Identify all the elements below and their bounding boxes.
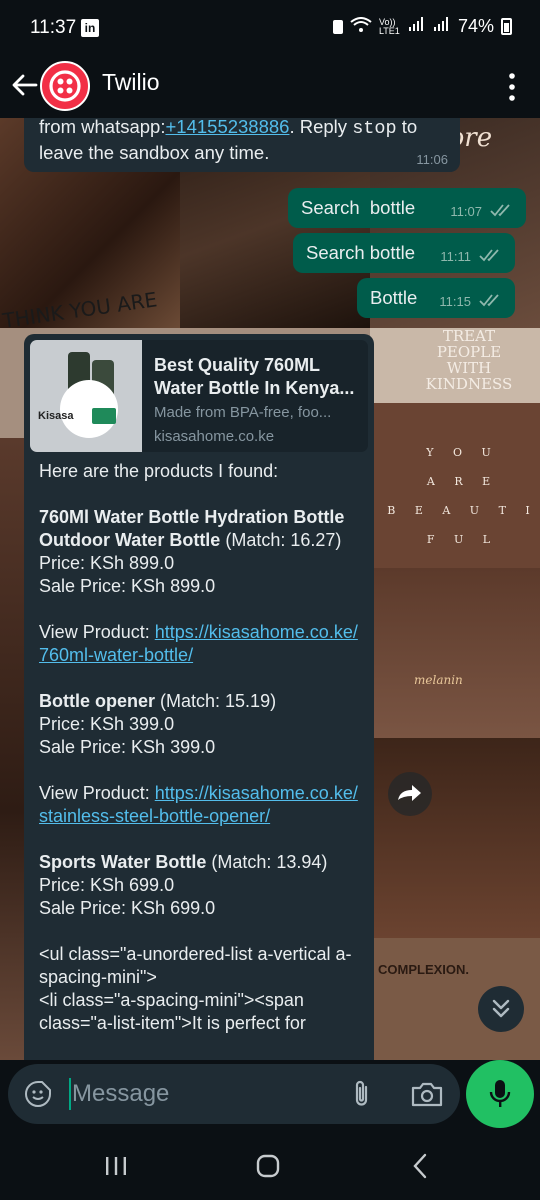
view-product-line: View Product: https://kisasahome.co.ke/s… xyxy=(39,782,364,828)
attach-icon[interactable] xyxy=(348,1079,376,1109)
battery-percent: 74% xyxy=(457,16,494,36)
product-price: Price: KSh 899.0 xyxy=(39,553,175,573)
product-item: 760Ml Water Bottle Hydration Bottle Outd… xyxy=(39,506,364,552)
product-item: Bottle opener (Match: 15.19) xyxy=(39,690,364,713)
wallpaper-text-complexion: COMPLEXION. xyxy=(378,962,470,977)
message-body: Here are the products I found: 760Ml Wat… xyxy=(39,460,364,1035)
message-text: Search bottle xyxy=(301,197,416,218)
msg-after: to xyxy=(396,118,418,137)
msg-line2: leave the sandbox any time. xyxy=(39,142,270,163)
forward-icon xyxy=(398,785,421,801)
message-text: Search bottle xyxy=(306,242,416,263)
contact-avatar[interactable] xyxy=(40,61,90,111)
product-sale-price: Sale Price: KSh 899.0 xyxy=(39,576,216,596)
incoming-product-message[interactable]: Kisasa Best Quality 760ML Water Bottle I… xyxy=(24,334,374,1060)
linkedin-notification-icon: in xyxy=(81,19,99,37)
contact-name[interactable]: Twilio xyxy=(102,69,160,96)
intro-text: Here are the products I found: xyxy=(39,461,279,481)
product-item: Sports Water Bottle (Match: 13.94) xyxy=(39,851,364,874)
link-preview-domain: kisasahome.co.ke xyxy=(154,428,275,445)
link-preview-image: Kisasa xyxy=(30,340,142,452)
wallpaper-text-melanin: melanin xyxy=(414,673,463,687)
product-sale-price: Sale Price: KSh 699.0 xyxy=(39,898,216,918)
home-icon[interactable] xyxy=(255,1152,283,1180)
microphone-icon xyxy=(489,1080,511,1107)
message-input[interactable] xyxy=(72,1076,332,1112)
product-price: Price: KSh 699.0 xyxy=(39,875,175,895)
voice-message-button[interactable] xyxy=(466,1060,534,1128)
double-check-icon xyxy=(490,204,510,217)
wallpaper-you: Y O U xyxy=(426,446,499,459)
chat-header: Twilio xyxy=(0,56,540,118)
text-caret xyxy=(69,1078,71,1110)
status-time: 11:37 xyxy=(30,17,77,38)
emoji-sticker-icon[interactable] xyxy=(24,1080,52,1108)
view-product-label: View Product: xyxy=(39,783,155,803)
scroll-to-bottom-button[interactable] xyxy=(478,986,524,1032)
msg-prefix: from whatsapp: xyxy=(39,118,166,137)
product-sale-price: Sale Price: KSh 399.0 xyxy=(39,737,216,757)
wallpaper-are: A R E xyxy=(426,475,499,488)
product-match: (Match: 13.94) xyxy=(206,852,328,872)
system-nav-bar xyxy=(0,1132,540,1200)
product-name: Bottle opener xyxy=(39,691,156,711)
message-time: 11:11 xyxy=(440,249,471,264)
wallpaper-text-you-are-beautiful: Y O U A R E B E A U T I F U L xyxy=(385,438,540,554)
outgoing-message[interactable]: Bottle 11:15 xyxy=(357,278,515,318)
recent-apps-icon[interactable] xyxy=(104,1154,128,1178)
double-check-icon xyxy=(479,294,499,307)
wallpaper-text-treat: TREAT PEOPLE WITH KINDNESS xyxy=(425,327,513,393)
wallpaper-beautiful: B E A U T I F U L xyxy=(387,504,538,546)
view-product-line: View Product: https://kisasahome.co.ke/7… xyxy=(39,621,364,667)
message-time: 11:15 xyxy=(439,294,471,309)
chat-area[interactable]: dore THINK YOU ARE TREAT PEOPLE WITH KIN… xyxy=(0,118,540,1060)
link-preview[interactable]: Kisasa Best Quality 760ML Water Bottle I… xyxy=(30,340,368,452)
link-preview-title-1: Best Quality 760ML xyxy=(154,355,321,375)
double-check-icon xyxy=(479,249,499,262)
more-options-icon[interactable] xyxy=(502,70,522,104)
sim-icon xyxy=(332,19,343,34)
wallpaper-tile xyxy=(370,568,540,738)
message-time: 11:07 xyxy=(450,204,482,219)
msg-stop: stop xyxy=(352,118,397,139)
signal-icon-1 xyxy=(408,16,426,37)
wifi-icon xyxy=(350,17,372,36)
forward-button[interactable] xyxy=(388,772,432,816)
view-product-label: View Product: xyxy=(39,622,155,642)
kisasa-logo-text: Kisasa xyxy=(38,410,74,422)
incoming-message[interactable]: from whatsapp:+14155238886. Reply stop t… xyxy=(24,118,460,172)
message-composer xyxy=(8,1064,460,1124)
phone-link[interactable]: +14155238886 xyxy=(165,118,289,137)
network-label: Vo)) LTE1 xyxy=(378,16,400,36)
product-name: Sports Water Bottle xyxy=(39,852,207,872)
product-match: (Match: 16.27) xyxy=(220,530,342,550)
msg-mid: . Reply xyxy=(289,118,353,137)
signal-icon-2 xyxy=(433,16,451,37)
html-snippet: <ul class="a-unordered-list a-vertical a… xyxy=(39,944,352,1033)
outgoing-message[interactable]: Search bottle 11:07 xyxy=(288,188,526,228)
battery-icon xyxy=(501,18,512,35)
product-price: Price: KSh 399.0 xyxy=(39,714,175,734)
message-text: Bottle xyxy=(370,287,418,308)
outgoing-message[interactable]: Search bottle 11:11 xyxy=(293,233,515,273)
status-bar: 11:37 in Vo)) LTE1 74% xyxy=(0,0,540,56)
link-preview-description: Made from BPA-free, foo... xyxy=(154,404,332,421)
camera-icon[interactable] xyxy=(410,1080,444,1108)
twilio-logo-icon xyxy=(49,70,81,102)
wallpaper-tile xyxy=(370,738,540,938)
product-match: (Match: 15.19) xyxy=(155,691,277,711)
back-arrow-icon[interactable] xyxy=(10,70,40,100)
logo-badge xyxy=(92,408,116,424)
message-time: 11:06 xyxy=(416,152,448,167)
nav-back-icon[interactable] xyxy=(408,1152,432,1180)
link-preview-title-2: Water Bottle In Kenya... xyxy=(154,378,355,398)
status-icons: Vo)) LTE1 74% xyxy=(332,16,512,37)
double-chevron-down-icon xyxy=(492,999,510,1018)
message-text: from whatsapp:+14155238886. Reply stop t… xyxy=(39,118,439,165)
